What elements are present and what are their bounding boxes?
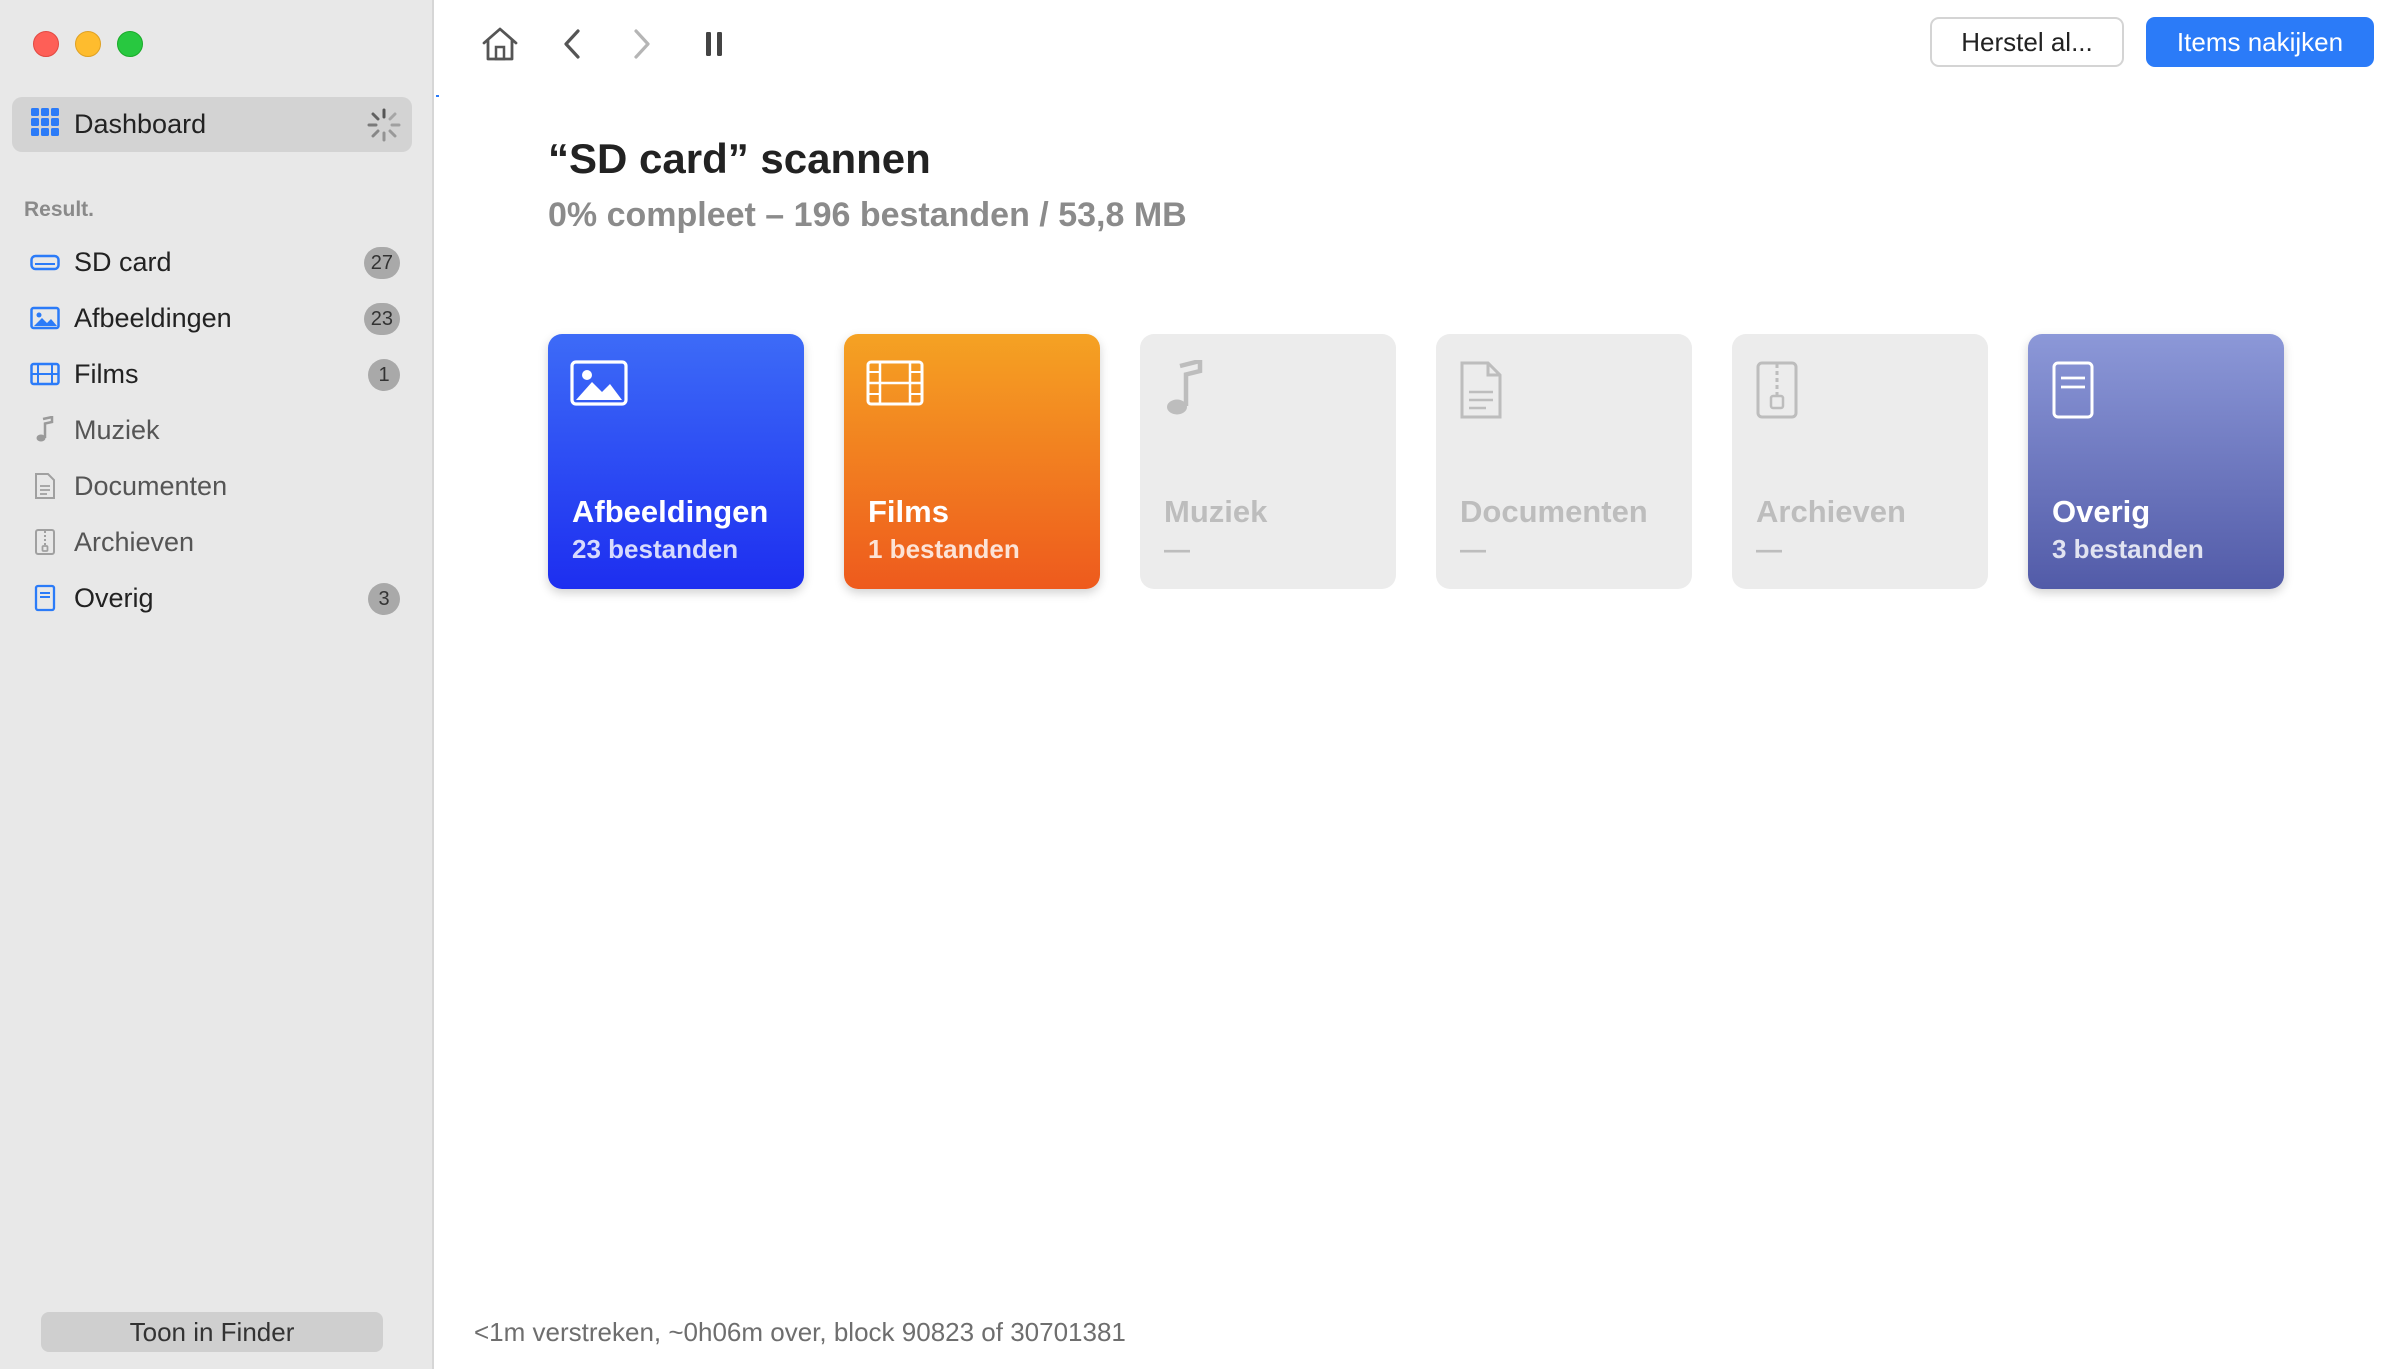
card-label: Films [868, 494, 949, 529]
sidebar-item-label: Muziek [74, 414, 160, 445]
sidebar-results-list: SD card 27 Afbeeldingen 23 Films 1 Muzie… [0, 234, 432, 626]
card-label: Muziek [1164, 494, 1268, 529]
archive-icon [1754, 360, 1800, 425]
sidebar-item-label: Overig [74, 582, 154, 613]
home-icon[interactable] [478, 22, 522, 66]
card-count: 3 bestanden [2052, 534, 2204, 564]
close-window-button[interactable] [33, 31, 59, 57]
maximize-window-button[interactable] [117, 31, 143, 57]
card-count: — [1756, 534, 1782, 564]
card-count: 23 bestanden [572, 534, 739, 564]
music-icon [30, 415, 60, 445]
card-muziek[interactable]: Muziek — [1140, 334, 1396, 589]
dashboard-grid-icon [30, 107, 60, 142]
sidebar-item-sd-card[interactable]: SD card 27 [0, 234, 432, 290]
card-label: Archieven [1756, 494, 1906, 529]
back-chevron-icon[interactable] [550, 22, 594, 66]
sidebar-item-label: Afbeeldingen [74, 302, 232, 333]
sidebar-item-dashboard[interactable]: Dashboard [12, 97, 412, 152]
scan-progress-summary: 0% compleet – 196 bestanden / 53,8 MB [548, 196, 1187, 234]
sidebar-item-afbeeldingen[interactable]: Afbeeldingen 23 [0, 290, 432, 346]
card-overig[interactable]: Overig 3 bestanden [2028, 334, 2284, 589]
card-label: Overig [2052, 494, 2151, 529]
image-icon [30, 303, 60, 333]
drive-icon [30, 247, 60, 277]
image-icon [570, 360, 628, 411]
loading-spinner-icon [366, 107, 402, 148]
film-icon [30, 359, 60, 389]
card-archieven[interactable]: Archieven — [1732, 334, 1988, 589]
sidebar-item-archieven[interactable]: Archieven [0, 514, 432, 570]
sidebar-item-muziek[interactable]: Muziek [0, 402, 432, 458]
card-count: — [1164, 534, 1190, 564]
sidebar-item-label: SD card [74, 246, 172, 277]
other-icon [30, 583, 60, 613]
film-icon [866, 360, 924, 411]
card-afbeeldingen[interactable]: Afbeeldingen 23 bestanden [548, 334, 804, 589]
restore-all-button[interactable]: Herstel al... [1930, 17, 2124, 67]
count-badge: 1 [368, 359, 400, 391]
card-count: — [1460, 534, 1486, 564]
count-badge: 27 [363, 247, 400, 279]
document-icon [30, 471, 60, 501]
forward-chevron-icon[interactable] [620, 22, 664, 66]
review-items-button[interactable]: Items nakijken [2146, 17, 2374, 67]
card-label: Documenten [1460, 494, 1648, 529]
category-cards: Afbeeldingen 23 bestanden Films 1 bestan… [548, 334, 2284, 589]
sidebar-item-label: Films [74, 358, 139, 389]
sidebar-item-label: Documenten [74, 470, 228, 501]
scan-progress-bar [436, 95, 439, 97]
card-count: 1 bestanden [868, 534, 1020, 564]
card-label: Afbeeldingen [572, 494, 769, 529]
sidebar: Dashboard Result. SD card 27 Afbeeldinge… [0, 0, 434, 1369]
pause-icon[interactable] [692, 22, 736, 66]
sidebar-item-documenten[interactable]: Documenten [0, 458, 432, 514]
music-icon [1162, 358, 1208, 425]
card-documenten[interactable]: Documenten — [1436, 334, 1692, 589]
sidebar-item-label: Archieven [74, 526, 195, 557]
show-in-finder-button[interactable]: Toon in Finder [41, 1312, 383, 1352]
section-label-results: Result. [24, 198, 95, 221]
sidebar-item-label: Dashboard [74, 109, 207, 139]
sidebar-item-overig[interactable]: Overig 3 [0, 570, 432, 626]
document-icon [1458, 360, 1504, 425]
other-icon [2050, 360, 2096, 425]
count-badge: 3 [368, 583, 400, 615]
count-badge: 23 [363, 303, 400, 335]
page-title: “SD card” scannen [548, 135, 931, 182]
window-controls [33, 31, 143, 57]
archive-icon [30, 527, 60, 557]
scan-status-text: <1m verstreken, ~0h06m over, block 90823… [474, 1317, 1126, 1347]
minimize-window-button[interactable] [75, 31, 101, 57]
sidebar-item-films[interactable]: Films 1 [0, 346, 432, 402]
card-films[interactable]: Films 1 bestanden [844, 334, 1100, 589]
